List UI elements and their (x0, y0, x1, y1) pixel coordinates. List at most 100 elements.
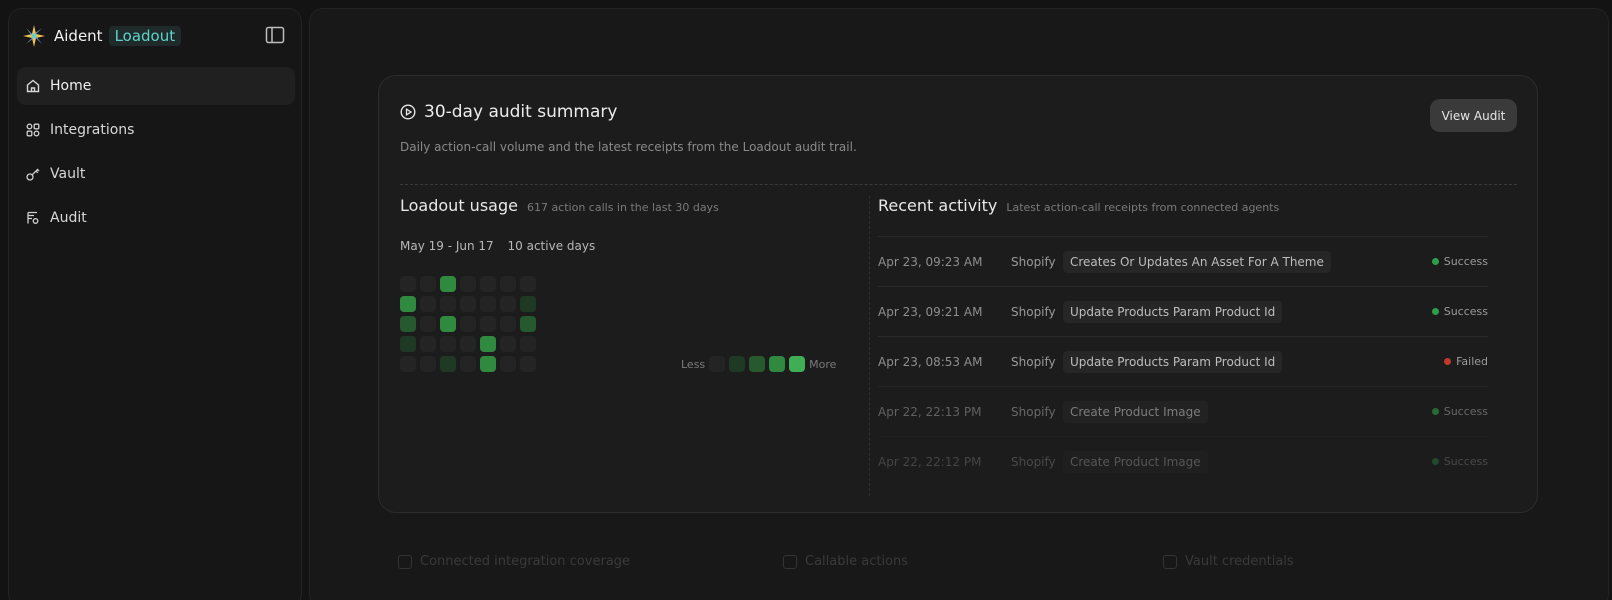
sidebar-item-integrations[interactable]: Integrations (17, 111, 295, 149)
credentials-icon (1163, 554, 1177, 569)
row-action: Create Product Image (1063, 400, 1208, 423)
heatmap-cell (460, 296, 476, 312)
table-row[interactable]: Apr 23, 08:53 AM Shopify Update Products… (878, 336, 1488, 386)
heatmap-cell (440, 296, 456, 312)
legend-less-label: Less (681, 357, 706, 371)
activity-header: Recent activity Latest action-call recei… (878, 196, 1488, 215)
stat-callable-actions[interactable]: Callable actions (783, 554, 908, 569)
heatmap-cell (420, 296, 436, 312)
heatmap-cell (460, 356, 476, 372)
status-badge: Failed (1444, 355, 1488, 368)
heatmap-legend: Less More (681, 356, 836, 372)
divider (400, 184, 1517, 185)
legend-level-1 (729, 356, 746, 372)
sidebar: Aident Loadout Home Integrations Vault A… (8, 8, 302, 600)
key-icon (26, 168, 40, 181)
recent-activity-section: Recent activity Latest action-call recei… (878, 196, 1488, 473)
loadout-usage-section: Loadout usage 617 action calls in the la… (400, 196, 850, 372)
heatmap-cell (500, 316, 516, 332)
row-vendor: Shopify (1011, 254, 1056, 269)
sidebar-toggle-icon[interactable] (265, 26, 285, 44)
divider (869, 196, 870, 496)
heatmap-cell (400, 356, 416, 372)
row-action: Update Products Param Product Id (1063, 300, 1283, 323)
heatmap-cell (440, 336, 456, 352)
status-badge: Success (1431, 455, 1488, 468)
row-vendor: Shopify (1011, 404, 1056, 419)
table-row[interactable]: Apr 23, 09:23 AM Shopify Creates Or Upda… (878, 236, 1488, 286)
row-vendor: Shopify (1011, 304, 1056, 319)
grid-icon (26, 123, 40, 137)
status-dot-icon (1431, 258, 1439, 265)
heatmap-cell (520, 356, 536, 372)
row-time: Apr 22, 22:12 PM (878, 454, 982, 469)
activity-title: Recent activity (878, 196, 998, 215)
play-circle-icon (400, 104, 416, 120)
stat-integration-coverage[interactable]: Connected integration coverage (398, 554, 630, 569)
brand-tag: Loadout (108, 26, 182, 46)
heatmap-cell (500, 296, 516, 312)
main-panel: 30-day audit summary Daily action-call v… (309, 8, 1609, 600)
sidebar-item-vault[interactable]: Vault (17, 155, 295, 193)
row-action: Creates Or Updates An Asset For A Theme (1063, 250, 1331, 273)
usage-heatmap (400, 276, 536, 372)
heatmap-cell (460, 276, 476, 292)
status-badge: Success (1431, 405, 1488, 418)
row-action: Update Products Param Product Id (1063, 350, 1283, 373)
sidebar-item-audit[interactable]: Audit (17, 199, 295, 237)
actions-icon (783, 554, 797, 569)
heatmap-cell (460, 336, 476, 352)
sidebar-item-label: Home (50, 78, 92, 94)
brand[interactable]: Aident Loadout (21, 23, 182, 49)
heatmap-cell (480, 276, 496, 292)
row-time: Apr 22, 22:13 PM (878, 404, 982, 419)
status-label: Success (1443, 455, 1488, 468)
heatmap-cell (440, 276, 456, 292)
aident-logo-icon (23, 25, 45, 47)
usage-title: Loadout usage (400, 196, 518, 215)
heatmap-cell (500, 276, 516, 292)
row-time: Apr 23, 09:23 AM (878, 254, 983, 269)
legend-level-4 (789, 356, 806, 372)
heatmap-cell (420, 276, 436, 292)
stat-vault-credentials[interactable]: Vault credentials (1163, 554, 1294, 569)
sidebar-item-label: Vault (50, 166, 86, 182)
activity-table: Apr 23, 09:23 AM Shopify Creates Or Upda… (878, 236, 1488, 486)
status-badge: Success (1431, 255, 1488, 268)
status-dot-icon (1431, 458, 1439, 465)
status-label: Success (1443, 255, 1488, 268)
legend-level-0 (709, 356, 726, 372)
audit-icon (27, 211, 39, 224)
row-vendor: Shopify (1011, 454, 1056, 469)
home-icon (26, 79, 40, 93)
heatmap-cell (440, 356, 456, 372)
status-dot-icon (1431, 408, 1439, 415)
card-header: 30-day audit summary (400, 102, 617, 122)
view-audit-button[interactable]: View Audit (1430, 99, 1517, 132)
audit-summary-card: 30-day audit summary Daily action-call v… (378, 75, 1538, 513)
heatmap-cell (400, 276, 416, 292)
card-title: 30-day audit summary (424, 102, 618, 122)
usage-subtitle: 617 action calls in the last 30 days (526, 201, 719, 214)
table-row[interactable]: Apr 23, 09:21 AM Shopify Update Products… (878, 286, 1488, 336)
heatmap-cell (480, 296, 496, 312)
table-row[interactable]: Apr 22, 22:12 PM Shopify Create Product … (878, 436, 1488, 486)
heatmap-cell (480, 316, 496, 332)
usage-header: Loadout usage 617 action calls in the la… (400, 196, 850, 215)
status-badge: Success (1431, 305, 1488, 318)
status-label: Failed (1456, 355, 1488, 368)
legend-level-3 (769, 356, 786, 372)
table-row[interactable]: Apr 22, 22:13 PM Shopify Create Product … (878, 386, 1488, 436)
stat-label: Connected integration coverage (420, 554, 631, 569)
sidebar-item-home[interactable]: Home (17, 67, 295, 105)
bottom-stats-row: Connected integration coverage Callable … (378, 554, 1538, 584)
legend-more-label: More (809, 357, 837, 371)
active-days: 10 active days (507, 239, 596, 253)
row-time: Apr 23, 08:53 AM (878, 354, 983, 369)
heatmap-cell (400, 336, 416, 352)
heatmap-cell (520, 296, 536, 312)
status-dot-icon (1444, 358, 1452, 365)
heatmap-cell (400, 296, 416, 312)
coverage-icon (398, 554, 412, 569)
heatmap-cell (420, 356, 436, 372)
